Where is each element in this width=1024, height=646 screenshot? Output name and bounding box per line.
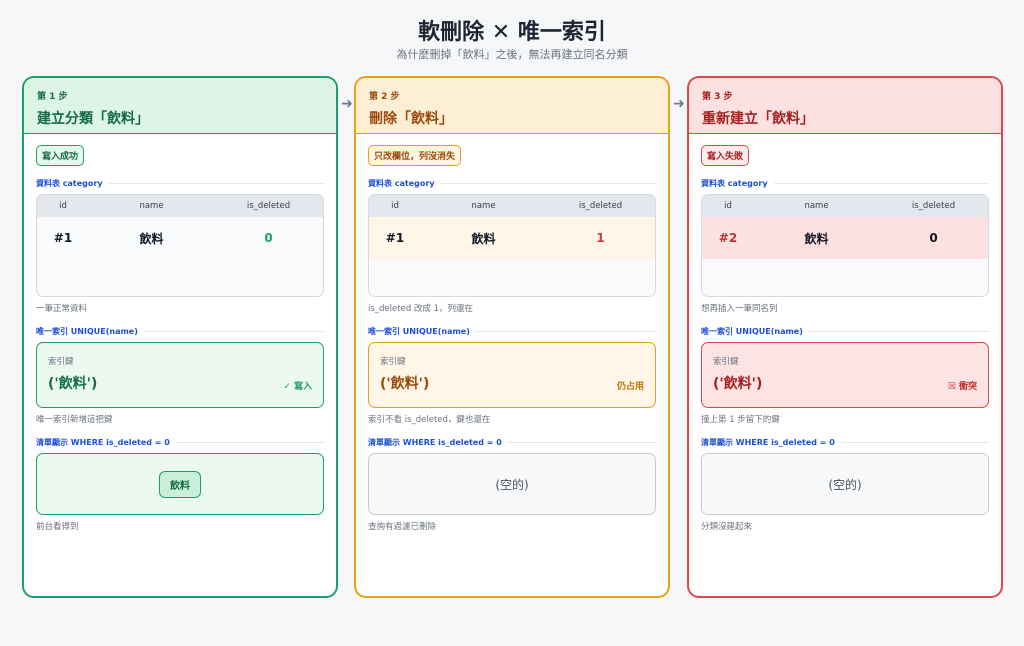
- list-note: 查詢有過濾已刪除: [368, 522, 437, 532]
- step-card-2: 第 2 步 刪除「飲料」 只改欄位，列沒消失 資料表 category id n…: [354, 76, 670, 598]
- list-note: 前台看得到: [36, 522, 79, 532]
- index-status: ✓ 寫入: [283, 382, 312, 392]
- index-note: 索引不看 is_deleted，鍵也還在: [368, 415, 491, 425]
- index-key-value: ('飲料'): [713, 376, 763, 392]
- index-key-value: ('飲料'): [48, 376, 98, 392]
- column-header-name: name: [139, 201, 164, 211]
- column-header-is-deleted: is_deleted: [911, 201, 956, 211]
- row-is-deleted: 0: [929, 231, 938, 245]
- list-section-label: 清單顯示 WHERE is_deleted = 0: [701, 437, 989, 448]
- column-header-name: name: [471, 201, 496, 211]
- table-row: #1 飲料 0: [37, 217, 323, 259]
- step-card-1: 第 1 步 建立分類「飲料」 寫入成功 資料表 category id name…: [22, 76, 338, 598]
- table-row: #1 飲料 1: [369, 217, 655, 259]
- list-section-label: 清單顯示 WHERE is_deleted = 0: [36, 437, 324, 448]
- step-title: 刪除「飲料」: [369, 111, 453, 127]
- unique-index-box: 索引鍵 ('飲料') 仍占用: [368, 342, 656, 408]
- list-display-box: (空的): [701, 453, 989, 515]
- step-header: 第 3 步 重新建立「飲料」: [689, 78, 1001, 134]
- list-item-chip: 飲料: [159, 470, 201, 498]
- index-section-label: 唯一索引 UNIQUE(name): [36, 326, 324, 337]
- table-section-label: 資料表 category: [368, 178, 656, 189]
- category-table: id name is_deleted #1 飲料 0: [36, 194, 324, 297]
- status-badge: 只改欄位，列沒消失: [368, 145, 462, 166]
- index-status: ☒ 衝突: [947, 382, 977, 392]
- index-note: 撞上第 1 步留下的鍵: [701, 415, 780, 425]
- index-key-label: 索引鍵: [48, 357, 74, 367]
- step-card-3: 第 3 步 重新建立「飲料」 寫入失敗 資料表 category id name…: [687, 76, 1003, 598]
- row-id: #1: [385, 231, 405, 245]
- step-number: 第 3 步: [702, 92, 733, 102]
- column-header-name: name: [804, 201, 829, 211]
- index-note: 唯一索引新增這把鍵: [36, 415, 113, 425]
- list-section-label: 清單顯示 WHERE is_deleted = 0: [368, 437, 656, 448]
- step-number: 第 2 步: [369, 92, 400, 102]
- row-name: 飲料: [139, 231, 164, 246]
- index-section-label: 唯一索引 UNIQUE(name): [701, 326, 989, 337]
- row-id: #1: [53, 231, 73, 245]
- index-section-label: 唯一索引 UNIQUE(name): [368, 326, 656, 337]
- arrow-right-icon: ➜: [341, 96, 353, 112]
- row-name: 飲料: [804, 231, 829, 246]
- status-badge: 寫入失敗: [701, 145, 750, 166]
- row-name: 飲料: [471, 231, 496, 246]
- step-header: 第 2 步 刪除「飲料」: [356, 78, 668, 134]
- row-id: #2: [718, 231, 738, 245]
- table-note: 一筆正常資料: [36, 304, 88, 314]
- list-note: 分類沒建起來: [701, 522, 753, 532]
- index-key-label: 索引鍵: [380, 357, 406, 367]
- list-display-box: 飲料: [36, 453, 324, 515]
- table-section-label: 資料表 category: [701, 178, 989, 189]
- table-section-label: 資料表 category: [36, 178, 324, 189]
- page-subtitle: 為什麼刪掉「飲料」之後，無法再建立同名分類: [396, 48, 628, 61]
- index-key-value: ('飲料'): [380, 376, 430, 392]
- unique-index-box: 索引鍵 ('飲料') ☒ 衝突: [701, 342, 989, 408]
- list-display-box: (空的): [368, 453, 656, 515]
- page-title: 軟刪除 ✕ 唯一索引: [418, 20, 606, 45]
- list-empty-text: (空的): [828, 477, 862, 492]
- table-note: is_deleted 改成 1，列還在: [368, 304, 474, 314]
- index-key-label: 索引鍵: [713, 357, 739, 367]
- column-header-id: id: [59, 201, 67, 211]
- category-table: id name is_deleted #1 飲料 1: [368, 194, 656, 297]
- column-header-is-deleted: is_deleted: [246, 201, 291, 211]
- row-is-deleted: 0: [264, 231, 273, 245]
- table-row: #2 飲料 0: [702, 217, 988, 259]
- step-title: 建立分類「飲料」: [37, 111, 149, 127]
- index-status: 仍占用: [616, 382, 644, 392]
- column-header-id: id: [391, 201, 399, 211]
- list-empty-text: (空的): [495, 477, 529, 492]
- row-is-deleted: 1: [596, 231, 605, 245]
- column-header-id: id: [724, 201, 732, 211]
- step-header: 第 1 步 建立分類「飲料」: [24, 78, 336, 134]
- step-title: 重新建立「飲料」: [702, 111, 814, 127]
- table-header: id name is_deleted: [37, 195, 323, 217]
- status-badge: 寫入成功: [36, 145, 85, 166]
- table-header: id name is_deleted: [369, 195, 655, 217]
- column-header-is-deleted: is_deleted: [578, 201, 623, 211]
- arrow-right-icon: ➜: [673, 96, 685, 112]
- step-number: 第 1 步: [37, 92, 68, 102]
- unique-index-box: 索引鍵 ('飲料') ✓ 寫入: [36, 342, 324, 408]
- table-note: 想再插入一筆同名列: [701, 304, 778, 314]
- category-table: id name is_deleted #2 飲料 0: [701, 194, 989, 297]
- table-header: id name is_deleted: [702, 195, 988, 217]
